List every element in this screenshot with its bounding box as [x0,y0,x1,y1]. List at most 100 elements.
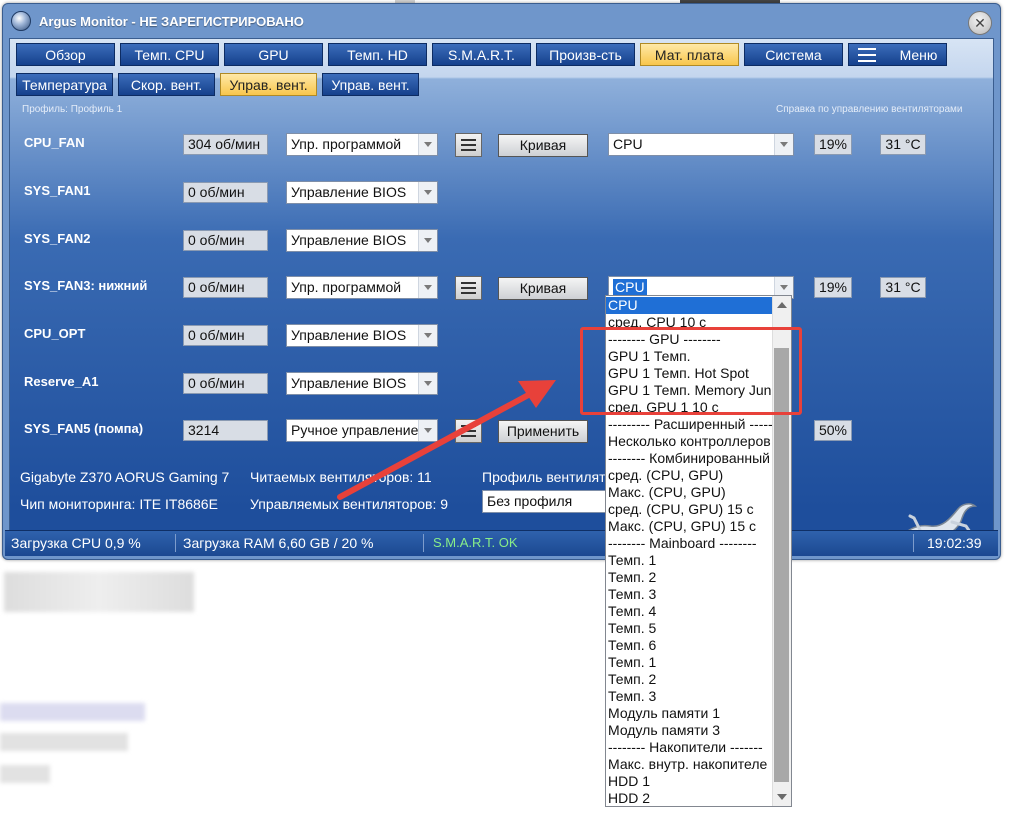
fan-percent: 19% [814,277,852,298]
dropdown-option[interactable]: Темп. 6 [606,637,774,654]
tab-label: S.M.A.R.T. [448,46,515,63]
temperature-source-value: CPU [613,279,647,295]
temperature-source-select[interactable]: CPU [608,133,794,156]
dropdown-option[interactable]: --------- Расширенный ----- [606,416,774,433]
fan-mode-value: Управление BIOS [291,375,407,391]
clock: 19:02:39 [927,535,982,551]
fan-control-help-link[interactable]: Справка по управлению вентиляторами [776,104,962,115]
dropdown-option[interactable]: Несколько контроллеров [606,433,774,450]
fan-name: SYS_FAN3: нижний [24,278,148,293]
argus-window: Argus Monitor - НЕ ЗАРЕГИСТРИРОВАНО ✕ Об… [2,3,1001,560]
fan-percent: 19% [814,134,852,155]
fan-rpm: 304 об/мин [183,134,268,155]
chevron-down-icon[interactable] [418,230,437,251]
dropdown-option[interactable]: Макс. внутр. накопителе [606,756,774,773]
fan-mode-select[interactable]: Управление BIOS [286,372,438,395]
tab-label: GPU [258,46,289,63]
monitoring-chip: Чип мониторинга: ITE IT8686E [20,496,218,512]
dropdown-option[interactable]: Темп. 3 [606,688,774,705]
fan-settings-button[interactable] [455,276,482,300]
dropdown-option[interactable]: HDD 2 [606,790,774,806]
dropdown-option[interactable]: Макс. (CPU, GPU) [606,484,774,501]
dropdown-option[interactable]: Темп. 2 [606,569,774,586]
dropdown-option[interactable]: Модуль памяти 3 [606,722,774,739]
blurred-content [4,572,194,612]
fan-mode-select[interactable]: Ручное управление [286,419,438,442]
dropdown-option[interactable]: -------- Накопители ------- [606,739,774,756]
fan-curve-button[interactable]: Кривая [498,277,588,300]
tab-sub-0[interactable]: Температура [16,73,113,96]
status-divider [175,534,176,552]
dropdown-option[interactable]: сред. (CPU, GPU) 15 с [606,501,774,518]
dropdown-option[interactable]: -------- Mainboard -------- [606,535,774,552]
fan-name: SYS_FAN1 [24,183,91,198]
dropdown-option[interactable]: Темп. 4 [606,603,774,620]
fan-percent: 50% [814,420,852,441]
dropdown-option[interactable]: Модуль памяти 1 [606,705,774,722]
dropdown-option[interactable]: сред. (CPU, GPU) [606,467,774,484]
tab-sub-1[interactable]: Скор. вент. [118,73,215,96]
tab-main-6[interactable]: Мат. плата [640,43,739,66]
fan-rpm: 0 об/мин [183,182,268,203]
close-icon: ✕ [974,15,986,31]
tab-sub-3[interactable]: Управ. вент. [322,73,419,96]
chevron-down-icon[interactable] [418,420,437,441]
profile-label: Профиль: Профиль 1 [22,104,123,115]
fan-curve-button[interactable]: Кривая [498,134,588,157]
fan-mode-select[interactable]: Управление BIOS [286,324,438,347]
fan-temperature: 31 °C [880,277,926,298]
chevron-down-icon[interactable] [418,182,437,203]
tab-main-1[interactable]: Темп. CPU [120,43,219,66]
fan-name: CPU_OPT [24,326,86,341]
fan-mode-select[interactable]: Управление BIOS [286,181,438,204]
tab-main-3[interactable]: Темп. HD [328,43,427,66]
window-title: Argus Monitor - НЕ ЗАРЕГИСТРИРОВАНО [39,14,304,29]
fan-rpm: 0 об/мин [183,373,268,394]
fan-settings-button[interactable] [455,419,482,443]
close-button[interactable]: ✕ [968,11,992,35]
tab-main-4[interactable]: S.M.A.R.T. [432,43,531,66]
chevron-down-icon[interactable] [418,373,437,394]
cpu-load: Загрузка CPU 0,9 % [11,535,141,551]
chevron-down-icon[interactable] [418,325,437,346]
fan-curve-button[interactable]: Применить [498,420,588,443]
blurred-content [0,765,50,783]
dropdown-option[interactable]: CPU [606,297,774,314]
tab-main-7[interactable]: Система [744,43,843,66]
fan-settings-button[interactable] [455,133,482,157]
tab-main-8[interactable]: Меню [848,43,947,66]
tab-main-0[interactable]: Обзор [16,43,115,66]
fan-mode-select[interactable]: Управление BIOS [286,229,438,252]
status-bar: Загрузка CPU 0,9 % Загрузка RAM 6,60 GB … [5,530,998,556]
temperature-source-value: CPU [613,136,643,152]
tab-main-5[interactable]: Произв-сть [536,43,635,66]
chevron-down-icon[interactable] [418,134,437,155]
tab-sub-2[interactable]: Управ. вент. [220,73,317,96]
dropdown-option[interactable]: Темп. 3 [606,586,774,603]
dropdown-option[interactable]: Темп. 1 [606,552,774,569]
title-bar[interactable]: Argus Monitor - НЕ ЗАРЕГИСТРИРОВАНО ✕ [3,4,1000,38]
fan-profile-value: Без профиля [487,493,573,509]
fan-name: CPU_FAN [24,135,85,150]
tab-label: Произв-сть [549,46,622,63]
chevron-down-icon[interactable] [774,134,793,155]
dropdown-option[interactable]: Макс. (CPU, GPU) 15 с [606,518,774,535]
fan-profile-select[interactable]: Без профиля [482,490,612,513]
tab-label: Мат. плата [654,46,725,63]
dropdown-option[interactable]: Темп. 2 [606,671,774,688]
dropdown-option[interactable]: Темп. 5 [606,620,774,637]
dropdown-option[interactable]: Темп. 1 [606,654,774,671]
fan-name: SYS_FAN2 [24,231,91,246]
chevron-down-icon[interactable] [418,277,437,298]
scroll-up-icon[interactable] [777,302,787,308]
fan-mode-value: Управление BIOS [291,327,407,343]
dropdown-option[interactable]: HDD 1 [606,773,774,790]
fan-mode-select[interactable]: Упр. программой [286,276,438,299]
fan-mode-select[interactable]: Упр. программой [286,133,438,156]
fan-rpm: 3214 [183,420,268,441]
scroll-down-icon[interactable] [777,794,787,800]
ram-load: Загрузка RAM 6,60 GB / 20 % [183,535,374,551]
tab-main-2[interactable]: GPU [224,43,323,66]
dropdown-option[interactable]: -------- Комбинированный [606,450,774,467]
smart-status: S.M.A.R.T. OK [433,535,518,550]
